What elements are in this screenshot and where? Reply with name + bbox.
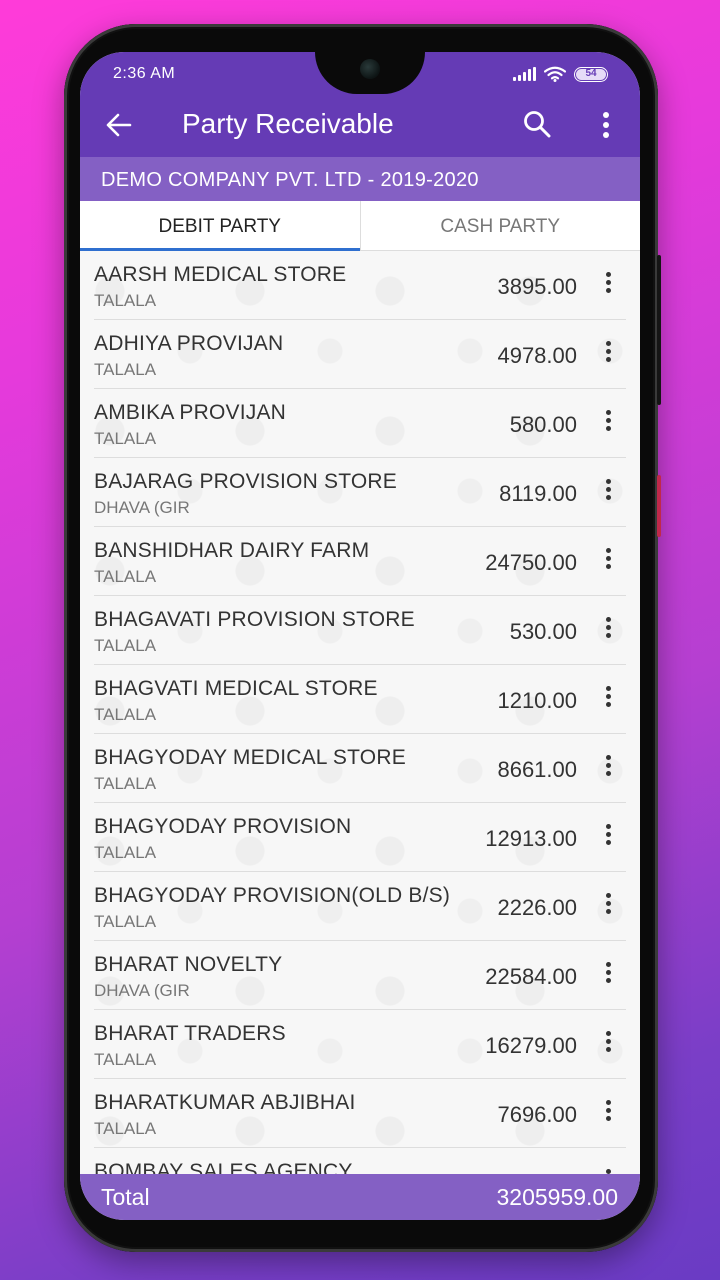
- list-item[interactable]: BHAGAVATI PROVISION STORE TALALA 530.00: [94, 596, 626, 665]
- party-name: AARSH MEDICAL STORE: [94, 263, 347, 286]
- total-value: 3205959.00: [496, 1184, 618, 1210]
- more-vert-icon[interactable]: [602, 548, 614, 574]
- list-item[interactable]: BHAGYODAY MEDICAL STORE TALALA 8661.00: [94, 734, 626, 803]
- list-item[interactable]: BHAGYODAY PROVISION TALALA 12913.00: [94, 803, 626, 872]
- more-vert-icon: [603, 112, 609, 138]
- party-city: DHAVA (GIR: [94, 981, 190, 1000]
- battery-level: 54: [576, 68, 606, 80]
- list-item[interactable]: AMBIKA PROVIJAN TALALA 580.00: [94, 389, 626, 458]
- party-name: BHAGYODAY MEDICAL STORE: [94, 746, 406, 769]
- party-name: BHARAT TRADERS: [94, 1022, 286, 1045]
- page-title: Party Receivable: [182, 108, 394, 139]
- app-bar: 2:36 AM 54 Party Receivable: [80, 52, 640, 157]
- tab-cash-party[interactable]: CASH PARTY: [361, 201, 641, 250]
- more-vert-icon[interactable]: [602, 1100, 614, 1126]
- party-city: TALALA: [94, 1119, 157, 1138]
- signal-icon: [513, 67, 536, 81]
- more-vert-icon[interactable]: [602, 1031, 614, 1057]
- volume-button: [657, 255, 661, 405]
- party-city: TALALA: [94, 912, 157, 931]
- party-amount: 16279.00: [485, 1033, 577, 1058]
- more-vert-icon[interactable]: [602, 893, 614, 919]
- party-amount: 530.00: [509, 619, 577, 644]
- list-item[interactable]: BAJARAG PROVISION STORE DHAVA (GIR 8119.00: [94, 458, 626, 527]
- list-item[interactable]: BHAGVATI MEDICAL STORE TALALA 1210.00: [94, 665, 626, 734]
- party-name: BAJARAG PROVISION STORE: [94, 470, 397, 493]
- list-item[interactable]: BHAGYODAY PROVISION(OLD B/S) TALALA 2226.0…: [94, 872, 626, 941]
- more-vert-icon[interactable]: [602, 755, 614, 781]
- screen: 2:36 AM 54 Party Receivable DEMO COMPANY…: [80, 52, 640, 1220]
- total-bar: Total 3205959.00: [80, 1174, 640, 1220]
- more-vert-icon[interactable]: [602, 479, 614, 505]
- party-city: TALALA: [94, 1050, 157, 1069]
- back-button[interactable]: [104, 110, 134, 140]
- list-item[interactable]: BANSHIDHAR DAIRY FARM TALALA 24750.00: [94, 527, 626, 596]
- party-name: ADHIYA PROVIJAN: [94, 332, 284, 355]
- more-vert-icon[interactable]: [602, 824, 614, 850]
- status-time: 2:36 AM: [113, 65, 176, 82]
- search-button[interactable]: [522, 109, 552, 139]
- party-name: BOMBAY SALES AGENCY: [94, 1160, 353, 1174]
- party-amount: 12913.00: [485, 826, 577, 851]
- party-amount: 7696.00: [497, 1102, 577, 1127]
- party-name: BHAGVATI MEDICAL STORE: [94, 677, 378, 700]
- company-header: DEMO COMPANY PVT. LTD - 2019-2020: [80, 157, 640, 201]
- party-amount: 3895.00: [497, 274, 577, 299]
- party-amount: 4978.00: [497, 343, 577, 368]
- arrow-left-icon: [106, 113, 132, 137]
- party-amount: 2226.00: [497, 895, 577, 920]
- camera-notch: [315, 52, 425, 94]
- party-amount: 22584.00: [485, 964, 577, 989]
- total-label: Total: [101, 1184, 150, 1210]
- list-item[interactable]: BHARAT NOVELTY DHAVA (GIR 22584.00: [94, 941, 626, 1010]
- more-vert-icon[interactable]: [602, 686, 614, 712]
- party-name: BHARAT NOVELTY: [94, 953, 283, 976]
- party-city: TALALA: [94, 636, 157, 655]
- party-city: TALALA: [94, 291, 157, 310]
- party-amount: 580.00: [509, 412, 577, 437]
- list-item[interactable]: AARSH MEDICAL STORE TALALA 3895.00: [94, 251, 626, 320]
- party-name: BHAGYODAY PROVISION(OLD B/S): [94, 884, 451, 907]
- party-amount: 1210.00: [497, 688, 577, 713]
- more-vert-icon[interactable]: [602, 272, 614, 298]
- party-amount: 8119.00: [499, 481, 577, 506]
- list-item[interactable]: ADHIYA PROVIJAN TALALA 4978.00: [94, 320, 626, 389]
- search-icon: [524, 111, 551, 138]
- party-name: BHAGAVATI PROVISION STORE: [94, 608, 415, 631]
- party-city: TALALA: [94, 360, 157, 379]
- party-name: BANSHIDHAR DAIRY FARM: [94, 539, 370, 562]
- tab-debit-party[interactable]: DEBIT PARTY: [80, 201, 361, 251]
- wifi-icon: [544, 66, 566, 82]
- party-city: TALALA: [94, 429, 157, 448]
- battery-icon: 54: [574, 66, 608, 82]
- more-vert-icon[interactable]: [602, 962, 614, 988]
- power-button: [657, 475, 661, 537]
- list-item[interactable]: BOMBAY SALES AGENCY: [94, 1148, 626, 1174]
- party-city: TALALA: [94, 774, 157, 793]
- party-city: TALALA: [94, 843, 157, 862]
- party-name: BHARATKUMAR ABJIBHAI: [94, 1091, 356, 1114]
- more-vert-icon[interactable]: [602, 341, 614, 367]
- tab-bar: DEBIT PARTY CASH PARTY: [80, 201, 640, 251]
- party-name: AMBIKA PROVIJAN: [94, 401, 287, 424]
- party-amount: 8661.00: [497, 757, 577, 782]
- list-item[interactable]: BHARAT TRADERS TALALA 16279.00: [94, 1010, 626, 1079]
- party-city: TALALA: [94, 705, 157, 724]
- more-options-button[interactable]: [592, 110, 620, 140]
- more-vert-icon[interactable]: [602, 617, 614, 643]
- party-name: BHAGYODAY PROVISION: [94, 815, 352, 838]
- party-city: DHAVA (GIR: [94, 498, 190, 517]
- party-amount: 24750.00: [485, 550, 577, 575]
- camera-icon: [360, 59, 380, 79]
- status-icons: 54: [513, 66, 608, 82]
- party-list[interactable]: AARSH MEDICAL STORE TALALA 3895.00 ADHIYA …: [80, 251, 640, 1174]
- more-vert-icon[interactable]: [602, 410, 614, 436]
- party-city: TALALA: [94, 567, 157, 586]
- list-item[interactable]: BHARATKUMAR ABJIBHAI TALALA 7696.00: [94, 1079, 626, 1148]
